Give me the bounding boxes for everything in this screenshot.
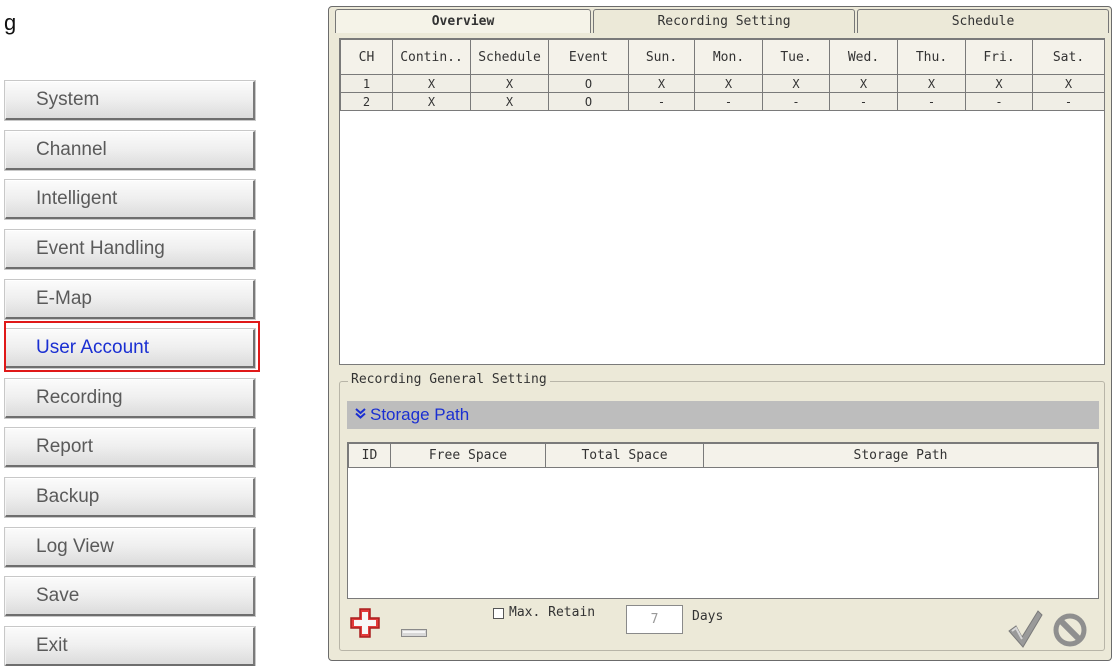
remove-icon[interactable]: [401, 622, 427, 637]
sidebar-item-backup[interactable]: Backup: [5, 478, 255, 517]
column-header-continuous[interactable]: Contin..: [392, 39, 471, 75]
days-unit-label: Days: [692, 609, 724, 624]
table-cell: -: [694, 92, 763, 111]
sidebar-item-e-map[interactable]: E-Map: [5, 280, 255, 319]
tab-recording-setting[interactable]: Recording Setting: [593, 9, 855, 33]
storage-path-title: Storage Path: [370, 405, 470, 424]
table-cell: -: [897, 92, 966, 111]
header-text-fragment: g: [4, 10, 17, 35]
column-header-event[interactable]: Event: [548, 39, 629, 75]
table-cell: X: [762, 74, 830, 93]
table-cell: O: [548, 74, 629, 93]
sidebar-item-label: Exit: [36, 635, 68, 656]
table-cell: X: [392, 92, 471, 111]
column-header-schedule[interactable]: Schedule: [470, 39, 549, 75]
tab-overview[interactable]: Overview: [335, 9, 591, 33]
sidebar-item-label: Intelligent: [36, 188, 118, 209]
table-cell: X: [470, 74, 549, 93]
table-cell: X: [470, 92, 549, 111]
sidebar-item-event-handling[interactable]: Event Handling: [5, 230, 255, 269]
sidebar-item-report[interactable]: Report: [5, 428, 255, 467]
table-row[interactable]: 1 X X O X X X X X X X: [340, 74, 1105, 93]
sidebar-item-label: Save: [36, 585, 80, 606]
tab-schedule[interactable]: Schedule: [857, 9, 1109, 33]
table-header-row: ID Free Space Total Space Storage Path: [348, 443, 1098, 468]
column-header-wed[interactable]: Wed.: [829, 39, 898, 75]
sidebar-item-intelligent[interactable]: Intelligent: [5, 180, 255, 219]
table-cell: -: [829, 92, 898, 111]
sidebar-item-label: Backup: [36, 486, 100, 507]
table-cell: -: [965, 92, 1033, 111]
sidebar-item-label: Report: [36, 436, 94, 457]
storage-path-table[interactable]: ID Free Space Total Space Storage Path: [347, 442, 1099, 599]
table-header-row: CH Contin.. Schedule Event Sun. Mon. Tue…: [340, 39, 1105, 75]
bottom-action-bar: Max. Retain Days: [339, 597, 1105, 657]
column-header-fri[interactable]: Fri.: [965, 39, 1033, 75]
add-icon[interactable]: [349, 607, 381, 639]
table-cell: X: [694, 74, 763, 93]
column-header-id[interactable]: ID: [348, 443, 391, 468]
group-legend: Recording General Setting: [348, 372, 550, 387]
table-cell: O: [548, 92, 629, 111]
max-retain-days-input[interactable]: [626, 605, 683, 634]
sidebar-item-label: Log View: [36, 536, 114, 557]
table-cell: X: [628, 74, 695, 93]
table-cell: X: [829, 74, 898, 93]
column-header-total-space[interactable]: Total Space: [545, 443, 704, 468]
table-cell: X: [392, 74, 471, 93]
sidebar-item-label: Channel: [36, 139, 107, 160]
sidebar-item-save[interactable]: Save: [5, 577, 255, 616]
sidebar: System Channel Intelligent Event Handlin…: [0, 78, 262, 666]
table-cell: 2: [340, 92, 393, 111]
column-header-ch[interactable]: CH: [340, 39, 393, 75]
collapse-chevron-icon: [355, 408, 366, 422]
max-retain-label: Max. Retain: [509, 605, 596, 620]
max-retain-checkbox[interactable]: [493, 608, 504, 619]
table-cell: -: [628, 92, 695, 111]
checkmark-icon[interactable]: [1007, 609, 1043, 649]
sidebar-item-recording[interactable]: Recording: [5, 379, 255, 418]
cancel-icon[interactable]: [1053, 613, 1087, 647]
column-header-sat[interactable]: Sat.: [1032, 39, 1105, 75]
sidebar-item-label: Recording: [36, 387, 123, 408]
column-header-tue[interactable]: Tue.: [762, 39, 830, 75]
sidebar-item-system[interactable]: System: [5, 81, 255, 120]
settings-panel: Overview Recording Setting Schedule CH C…: [328, 6, 1112, 661]
sidebar-item-label: User Account: [36, 337, 149, 358]
sidebar-item-label: System: [36, 89, 100, 110]
column-header-free-space[interactable]: Free Space: [390, 443, 546, 468]
storage-path-header[interactable]: Storage Path: [347, 401, 1099, 429]
sidebar-item-channel[interactable]: Channel: [5, 131, 255, 170]
tab-bar: Overview Recording Setting Schedule: [335, 9, 1109, 33]
sidebar-item-user-account[interactable]: User Account: [5, 329, 255, 368]
table-cell: X: [965, 74, 1033, 93]
sidebar-item-log-view[interactable]: Log View: [5, 528, 255, 567]
overview-table: CH Contin.. Schedule Event Sun. Mon. Tue…: [339, 38, 1105, 365]
sidebar-item-label: E-Map: [36, 288, 92, 309]
column-header-sun[interactable]: Sun.: [628, 39, 695, 75]
sidebar-item-exit[interactable]: Exit: [5, 627, 255, 666]
table-cell: 1: [340, 74, 393, 93]
table-cell: X: [897, 74, 966, 93]
sidebar-item-label: Event Handling: [36, 238, 165, 259]
table-cell: -: [1032, 92, 1105, 111]
table-cell: -: [762, 92, 830, 111]
column-header-thu[interactable]: Thu.: [897, 39, 966, 75]
column-header-mon[interactable]: Mon.: [694, 39, 763, 75]
column-header-storage-path[interactable]: Storage Path: [703, 443, 1098, 468]
table-row[interactable]: 2 X X O - - - - - - -: [340, 92, 1105, 111]
table-cell: X: [1032, 74, 1105, 93]
